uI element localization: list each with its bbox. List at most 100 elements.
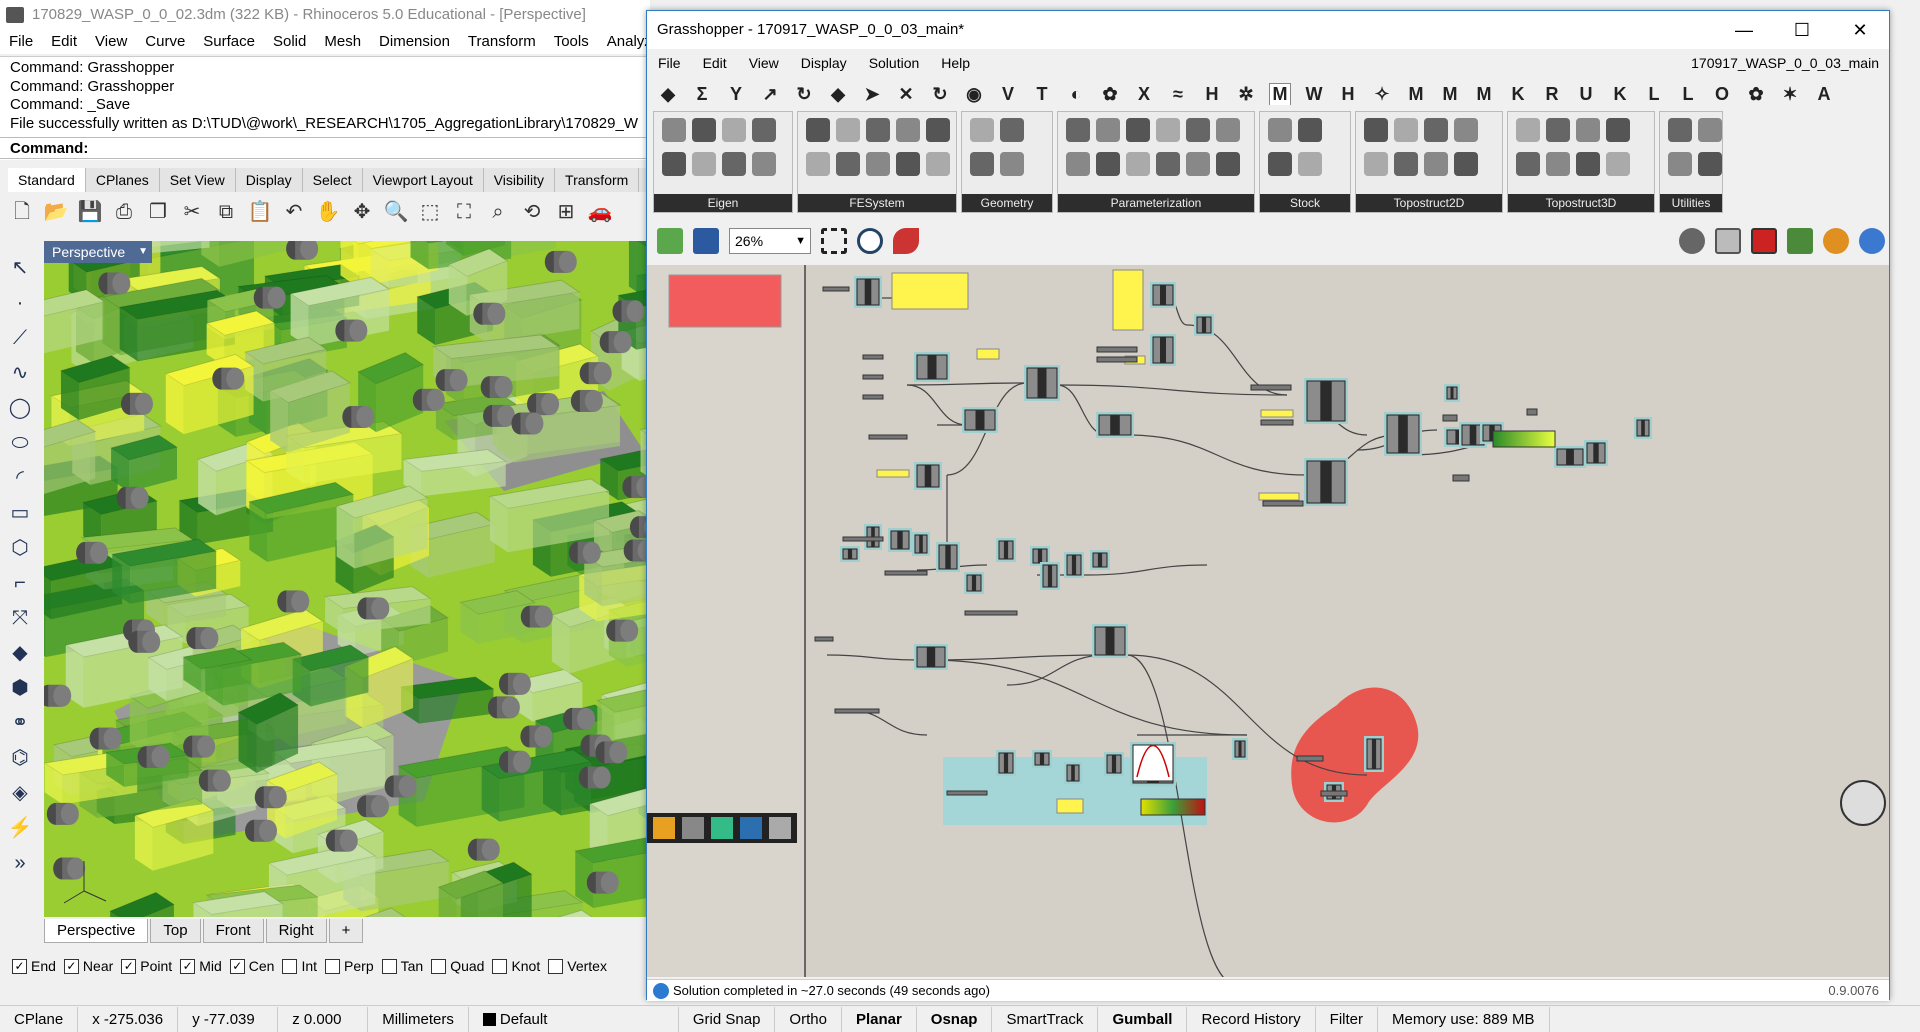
zoom-extents-icon[interactable] [821, 228, 847, 254]
cut-icon[interactable]: ✂ [178, 198, 206, 226]
component-icon[interactable] [1424, 152, 1448, 176]
gh-component[interactable] [840, 546, 860, 562]
gh-tab[interactable]: ◐ [1065, 84, 1087, 105]
component-icon[interactable] [1394, 152, 1418, 176]
component-icon[interactable] [806, 118, 830, 142]
preview-off-icon[interactable] [1679, 228, 1705, 254]
gh-component[interactable] [936, 542, 960, 572]
gh-component[interactable] [1092, 624, 1128, 658]
gh-component[interactable] [1444, 384, 1460, 402]
component-icon[interactable] [1516, 152, 1540, 176]
circle-icon[interactable]: ◯ [6, 394, 34, 422]
gh-param[interactable] [868, 434, 908, 440]
gh-param[interactable] [946, 790, 988, 796]
component-icon[interactable] [752, 118, 776, 142]
osnap-near[interactable]: ✓ Near [63, 958, 113, 974]
polyline-icon[interactable]: ⟋ [6, 324, 34, 352]
gh-tab[interactable]: U [1575, 84, 1597, 105]
gh-tab[interactable]: ↻ [929, 84, 951, 105]
gh-tab[interactable]: M [1269, 83, 1291, 105]
yellow-panel[interactable] [1056, 798, 1084, 814]
polygon-icon[interactable]: ⬡ [6, 534, 34, 562]
component-icon[interactable] [1268, 118, 1292, 142]
render-icon[interactable]: ◈ [6, 779, 34, 807]
maximize-icon[interactable]: ☐ [1773, 11, 1831, 49]
component-icon[interactable] [1424, 118, 1448, 142]
rhino-menu-curve[interactable]: Curve [136, 30, 194, 54]
component-icon[interactable] [1216, 152, 1240, 176]
component-icon[interactable] [1668, 118, 1692, 142]
gh-param[interactable] [1442, 414, 1458, 422]
paste-icon[interactable]: 📋 [246, 198, 274, 226]
widget-icon[interactable] [711, 817, 733, 839]
surface-icon[interactable]: ◆ [6, 639, 34, 667]
point-icon[interactable]: · [6, 289, 34, 317]
viewport-tab[interactable]: Top [150, 919, 201, 943]
ellipse-icon[interactable]: ⬭ [6, 429, 34, 457]
mesh-icon[interactable]: ⌬ [6, 744, 34, 772]
widget-icon[interactable] [740, 817, 762, 839]
graph-mapper[interactable] [1132, 744, 1174, 782]
component-icon[interactable] [1606, 118, 1630, 142]
gh-component[interactable] [962, 407, 998, 433]
gh-component[interactable] [912, 532, 930, 556]
gh-tab[interactable]: K [1609, 84, 1631, 105]
gh-component[interactable] [964, 572, 984, 594]
rhino-menu-view[interactable]: View [86, 30, 136, 54]
component-icon[interactable] [1576, 152, 1600, 176]
rhino-menu-dimension[interactable]: Dimension [370, 30, 459, 54]
gh-tab[interactable]: Σ [691, 84, 713, 105]
box-icon[interactable]: ⬢ [6, 674, 34, 702]
gh-component[interactable] [1150, 282, 1176, 308]
gh-param[interactable] [1096, 356, 1138, 363]
smarttrack-toggle[interactable]: SmartTrack [992, 1006, 1099, 1032]
rotate-view-icon[interactable]: ⟲ [518, 198, 546, 226]
component-icon[interactable] [1454, 118, 1478, 142]
component-icon[interactable] [1576, 118, 1600, 142]
print-icon[interactable]: ⎙ [110, 198, 138, 226]
gh-param[interactable] [1320, 790, 1348, 797]
gh-tab[interactable]: ◆ [657, 84, 679, 105]
rhino-menu-file[interactable]: File [0, 30, 42, 54]
component-icon[interactable] [1126, 118, 1150, 142]
gh-canvas[interactable] [647, 265, 1889, 977]
component-icon[interactable] [836, 152, 860, 176]
gh-param[interactable] [1296, 755, 1324, 762]
component-icon[interactable] [662, 118, 686, 142]
yellow-panel[interactable] [891, 272, 969, 310]
viewport-tab[interactable]: Perspective [44, 919, 149, 943]
grid-snap-toggle[interactable]: Grid Snap [679, 1006, 776, 1032]
component-icon[interactable] [836, 118, 860, 142]
gh-component[interactable] [914, 352, 950, 382]
gh-param[interactable] [814, 636, 834, 642]
gh-tab[interactable]: ✶ [1779, 84, 1801, 105]
zoom-icon[interactable]: 🔍 [382, 198, 410, 226]
component-icon[interactable] [1268, 152, 1292, 176]
gh-component[interactable] [914, 462, 942, 490]
osnap-cen[interactable]: ✓ Cen [229, 958, 274, 974]
gh-menu-edit[interactable]: Edit [692, 49, 738, 77]
component-icon[interactable] [722, 118, 746, 142]
widget-icon[interactable] [682, 817, 704, 839]
more-tools-icon[interactable]: » [6, 849, 34, 877]
gh-component[interactable] [1364, 736, 1384, 772]
four-viewports-icon[interactable]: ⊞ [552, 198, 580, 226]
component-icon[interactable] [1000, 152, 1024, 176]
checkbox[interactable] [548, 958, 564, 974]
component-icon[interactable] [1216, 118, 1240, 142]
new-file-icon[interactable]: 🗋 [8, 198, 36, 226]
component-icon[interactable] [1698, 118, 1722, 142]
gh-component[interactable] [1150, 334, 1176, 366]
gh-component[interactable] [1554, 446, 1586, 468]
component-icon[interactable] [1454, 152, 1478, 176]
gh-param[interactable] [862, 374, 884, 380]
gh-tab[interactable]: A [1813, 84, 1835, 105]
gh-component[interactable] [1634, 417, 1652, 439]
gh-param[interactable] [834, 708, 880, 714]
osnap-int[interactable]: Int [282, 958, 317, 974]
boolean-icon[interactable]: ⚭ [6, 709, 34, 737]
gh-param[interactable] [862, 394, 884, 400]
checkbox[interactable] [431, 958, 447, 974]
gh-component[interactable] [854, 276, 882, 308]
yellow-panel[interactable] [976, 348, 1000, 360]
